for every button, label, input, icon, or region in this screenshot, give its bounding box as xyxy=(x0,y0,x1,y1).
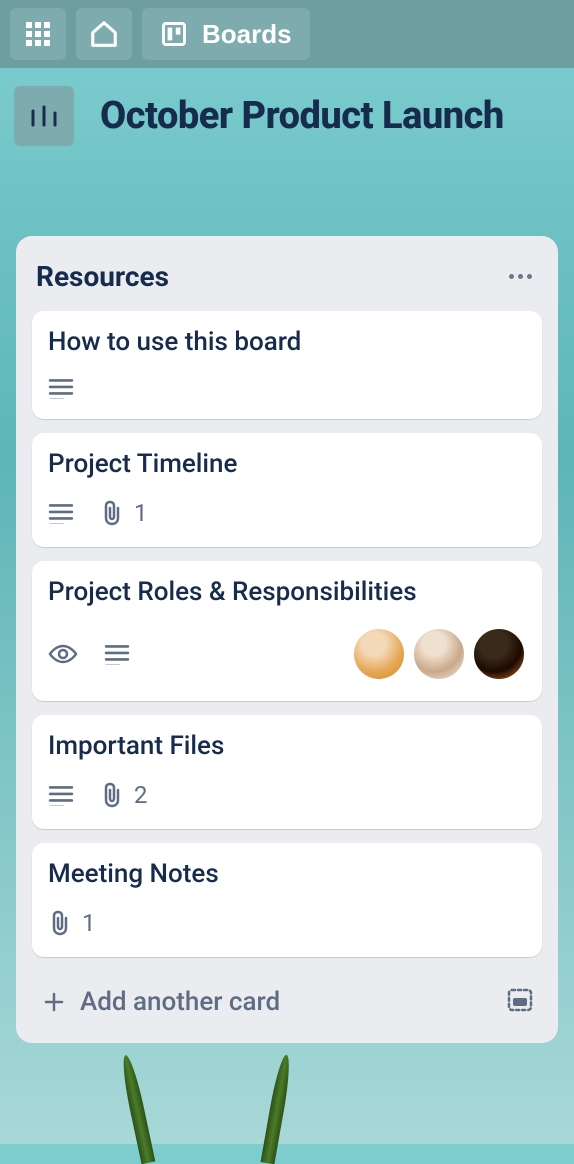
top-nav: Boards xyxy=(0,0,574,68)
list-title[interactable]: Resources xyxy=(36,260,169,293)
description-icon xyxy=(48,784,74,806)
board-columns-icon xyxy=(29,105,59,127)
avatar[interactable] xyxy=(412,627,466,681)
list-menu-button[interactable] xyxy=(503,268,538,285)
add-card-button[interactable]: Add another card xyxy=(36,981,286,1023)
board-title[interactable]: October Product Launch xyxy=(100,94,504,138)
apps-button[interactable] xyxy=(10,8,66,60)
template-icon xyxy=(506,987,534,1013)
list-resources: Resources How to use this board xyxy=(16,236,558,1043)
card-title: Project Roles & Responsibilities xyxy=(48,577,526,607)
card[interactable]: Project Timeline 1 xyxy=(32,433,542,547)
home-icon xyxy=(89,19,119,49)
card-footer: 2 xyxy=(48,781,526,809)
card[interactable]: How to use this board xyxy=(32,311,542,419)
attachment-count: 1 xyxy=(82,909,96,937)
attachment-badge: 2 xyxy=(100,781,148,809)
eye-icon xyxy=(48,643,78,665)
avatar[interactable] xyxy=(352,627,406,681)
board-view-button[interactable] xyxy=(14,86,74,146)
list-header: Resources xyxy=(32,252,542,311)
card-badges: 1 xyxy=(48,499,148,527)
card-title: Important Files xyxy=(48,731,526,761)
list-footer: Add another card xyxy=(32,971,542,1027)
attachment-icon xyxy=(100,500,124,526)
card[interactable]: Important Files 2 xyxy=(32,715,542,829)
card-badges: 2 xyxy=(48,781,148,809)
attachment-count: 1 xyxy=(134,499,148,527)
card-footer: 1 xyxy=(48,499,526,527)
card[interactable]: Project Roles & Responsibilities xyxy=(32,561,542,701)
card-footer xyxy=(48,377,526,399)
attachment-icon xyxy=(100,782,124,808)
card-footer xyxy=(48,627,526,681)
add-card-label: Add another card xyxy=(80,987,280,1017)
card-title: How to use this board xyxy=(48,327,526,357)
attachment-icon xyxy=(48,910,72,936)
attachment-count: 2 xyxy=(134,781,148,809)
description-icon xyxy=(48,377,74,399)
card-title: Meeting Notes xyxy=(48,859,526,889)
card-badges: 1 xyxy=(48,909,96,937)
dots-icon xyxy=(509,274,514,279)
card-members xyxy=(346,627,526,681)
card-badges xyxy=(48,377,74,399)
description-icon xyxy=(104,643,130,665)
plus-icon xyxy=(42,990,66,1014)
home-button[interactable] xyxy=(76,8,132,60)
card[interactable]: Meeting Notes 1 xyxy=(32,843,542,957)
boards-button[interactable]: Boards xyxy=(142,8,310,60)
attachment-badge: 1 xyxy=(100,499,148,527)
description-badge xyxy=(48,784,74,806)
background-decoration xyxy=(130,1064,330,1144)
card-title: Project Timeline xyxy=(48,449,526,479)
description-badge xyxy=(104,643,130,665)
description-badge xyxy=(48,502,74,524)
attachment-badge: 1 xyxy=(48,909,96,937)
avatar[interactable] xyxy=(472,627,526,681)
boards-label: Boards xyxy=(202,19,292,50)
card-badges xyxy=(48,643,130,665)
description-badge xyxy=(48,377,74,399)
watch-badge xyxy=(48,643,78,665)
card-template-button[interactable] xyxy=(502,983,538,1021)
description-icon xyxy=(48,502,74,524)
apps-icon xyxy=(26,22,50,46)
card-footer: 1 xyxy=(48,909,526,937)
board-header: October Product Launch xyxy=(0,68,574,164)
trello-icon xyxy=(160,20,188,48)
